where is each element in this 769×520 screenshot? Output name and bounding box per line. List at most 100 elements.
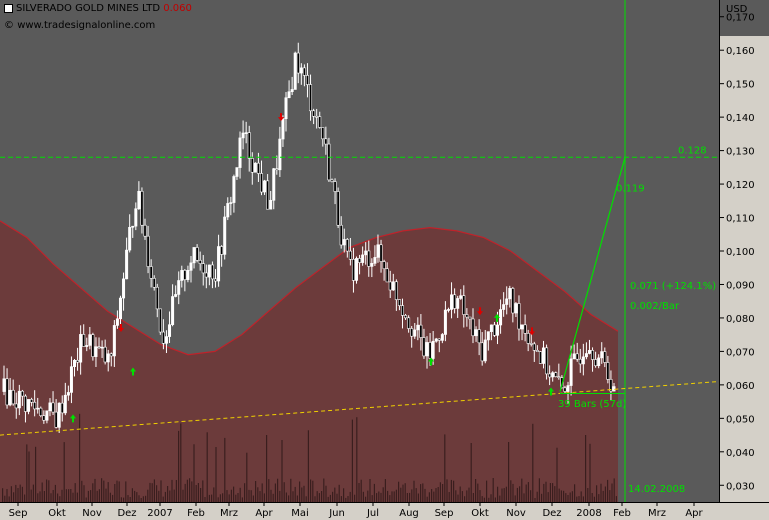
candle-body	[137, 190, 141, 210]
candle-body	[400, 305, 404, 316]
candle-body	[440, 334, 444, 341]
candle-body	[189, 262, 193, 271]
volume-bar	[244, 483, 246, 502]
rate-label: 0.002/Bar	[630, 301, 680, 312]
volume-bar	[83, 485, 85, 502]
volume-bar	[373, 483, 375, 502]
candle-body	[63, 394, 67, 414]
candle-body	[578, 358, 582, 365]
candle-body	[8, 389, 12, 406]
candle-body	[465, 314, 469, 318]
candle-body	[128, 227, 132, 251]
candle-body	[115, 318, 119, 326]
x-tick-label: Jul	[366, 508, 379, 519]
volume-bar	[151, 483, 153, 502]
volume-bar	[219, 494, 221, 502]
candle-body	[407, 317, 411, 329]
candle-body	[85, 345, 89, 347]
candle-body	[318, 116, 322, 128]
volume-bar	[46, 479, 48, 502]
candle-body	[134, 208, 138, 227]
volume-bar	[116, 480, 118, 502]
candle-body	[587, 350, 591, 354]
candle-body	[244, 132, 248, 134]
candle-body	[443, 309, 447, 335]
candle-body	[180, 270, 184, 281]
volume-bar	[426, 496, 428, 502]
volume-bar	[329, 494, 331, 502]
volume-bar	[43, 491, 45, 502]
candle-body	[428, 342, 432, 359]
candle-body	[57, 402, 61, 428]
candle-body	[11, 389, 15, 405]
candle-body	[397, 299, 401, 306]
candle-body	[36, 407, 40, 410]
price-chart: 0.128 0.119 0.071 (+124.1%) 0.002/Bar 39 Bar…	[0, 0, 769, 520]
candle-body	[247, 132, 251, 159]
volume-bar	[512, 483, 514, 502]
candle-body	[312, 110, 316, 117]
volume-bar	[354, 494, 356, 502]
volume-bar	[417, 493, 419, 502]
volume-bar	[120, 497, 122, 502]
volume-bar	[470, 443, 472, 502]
candle-body	[131, 225, 135, 228]
volume-bar	[65, 489, 67, 502]
candle-body	[416, 324, 420, 331]
volume-bar	[233, 486, 235, 502]
candle-body	[112, 325, 116, 357]
candle-body	[597, 357, 601, 367]
candle-body	[342, 239, 346, 246]
volume-bar	[314, 496, 316, 502]
volume-bar	[450, 479, 452, 502]
y-tick-label: 0,030	[726, 481, 755, 492]
title-text: SILVERADO GOLD MINES LTD	[16, 3, 161, 14]
candle-body	[431, 340, 435, 359]
candle-body	[278, 138, 282, 171]
target-label: 0.119	[616, 183, 645, 194]
candle-body	[235, 167, 239, 177]
volume-bar	[114, 484, 116, 502]
volume-bar	[224, 437, 226, 502]
candle-body	[419, 324, 423, 338]
volume-bar	[8, 496, 10, 502]
candle-body	[204, 272, 208, 278]
candle-body	[581, 356, 585, 365]
volume-bar	[356, 417, 358, 502]
volume-bar	[431, 489, 433, 502]
x-tick-label: Apr	[255, 508, 273, 519]
volume-bar	[415, 488, 417, 502]
volume-bar	[543, 483, 545, 502]
volume-bar	[290, 478, 292, 502]
candle-body	[253, 162, 257, 173]
volume-bar	[24, 494, 26, 502]
y-tick-label: 0,090	[726, 280, 755, 291]
candle-body	[48, 402, 52, 412]
volume-bar	[560, 490, 562, 502]
volume-bar	[294, 486, 296, 502]
volume-bar	[580, 491, 582, 502]
volume-bar	[226, 490, 228, 502]
candle-body	[315, 115, 319, 118]
volume-bar	[164, 491, 166, 502]
volume-bar	[52, 490, 54, 502]
candle-body	[517, 303, 521, 330]
candle-body	[532, 343, 536, 351]
volume-bar	[514, 495, 516, 502]
volume-bar	[316, 491, 318, 502]
volume-bar	[39, 491, 41, 502]
volume-bar	[259, 491, 261, 502]
source-text: www.tradesignalonline.com	[17, 20, 156, 31]
volume-bar	[600, 483, 602, 502]
volume-bar	[28, 451, 30, 502]
volume-bar	[107, 482, 109, 502]
volume-bar	[505, 486, 507, 502]
volume-bar	[153, 479, 155, 502]
volume-bar	[138, 495, 140, 502]
volume-bar	[252, 495, 254, 502]
candle-body	[82, 334, 86, 347]
y-tick-label: 0,130	[726, 147, 755, 158]
x-tick-label: 2007	[147, 508, 172, 519]
volume-bar	[96, 490, 98, 502]
volume-bar	[527, 482, 529, 502]
